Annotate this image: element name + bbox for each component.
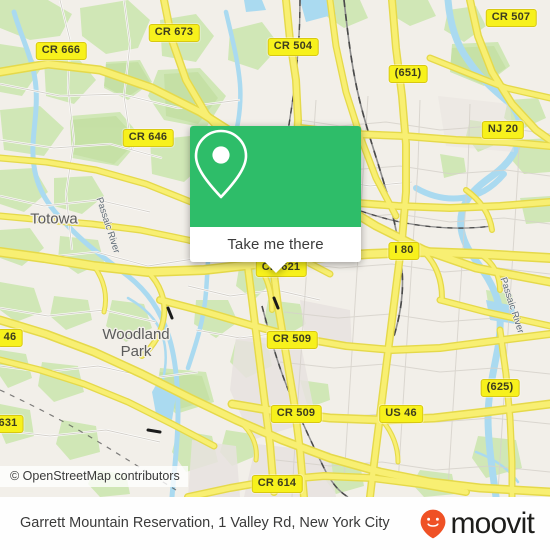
callout-pointer bbox=[264, 262, 287, 273]
road-shield[interactable]: CR 504 bbox=[267, 38, 319, 56]
footer-bar: Garrett Mountain Reservation, 1 Valley R… bbox=[0, 497, 550, 550]
map-canvas[interactable]: CR 673 CR 504 CR 507 CR 666 (651) NJ 20 … bbox=[0, 0, 550, 497]
road-shield[interactable]: CR 614 bbox=[251, 475, 303, 493]
moovit-smiley-pin-icon bbox=[421, 509, 446, 538]
road-shield[interactable]: CR 673 bbox=[148, 24, 200, 42]
road-shield[interactable]: CR 509 bbox=[266, 331, 318, 349]
callout-pin-area bbox=[190, 126, 361, 227]
road-shield[interactable]: US 46 bbox=[379, 405, 423, 423]
road-shield[interactable]: NJ 20 bbox=[481, 121, 525, 139]
osm-attribution[interactable]: © OpenStreetMap contributors bbox=[0, 466, 188, 487]
place-label-woodland-park: Woodland Park bbox=[102, 326, 170, 360]
road-shield[interactable]: (651) bbox=[388, 65, 428, 83]
road-shield[interactable]: CR 646 bbox=[122, 129, 174, 147]
take-me-there-label: Take me there bbox=[227, 236, 324, 253]
road-shield[interactable]: 46 bbox=[0, 329, 23, 347]
road-shield[interactable]: CR 666 bbox=[35, 42, 87, 60]
take-me-there-button[interactable]: Take me there bbox=[190, 227, 361, 262]
road-shield[interactable]: CR 509 bbox=[270, 405, 322, 423]
location-callout-card[interactable]: Take me there bbox=[190, 126, 361, 273]
location-title: Garrett Mountain Reservation, 1 Valley R… bbox=[20, 515, 390, 531]
moovit-logo[interactable]: moovit bbox=[420, 506, 550, 540]
moovit-wordmark: moovit bbox=[450, 506, 534, 540]
road-shield[interactable]: I 80 bbox=[388, 242, 420, 260]
road-shield[interactable]: (625) bbox=[480, 379, 520, 397]
moovit-map-screenshot: CR 673 CR 504 CR 507 CR 666 (651) NJ 20 … bbox=[0, 0, 550, 550]
place-label-totowa: Totowa bbox=[30, 210, 78, 228]
road-shield[interactable]: 631 bbox=[0, 415, 24, 433]
map-pin-icon bbox=[194, 129, 248, 199]
road-shield[interactable]: CR 507 bbox=[485, 9, 537, 27]
